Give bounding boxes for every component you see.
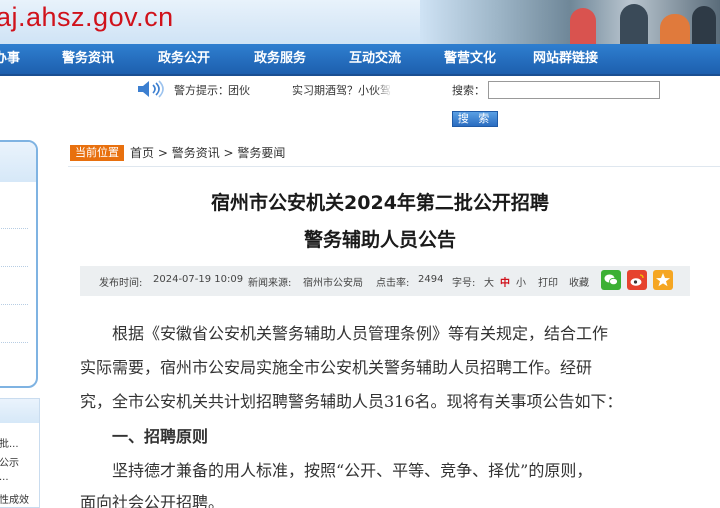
article-paragraph: 坚持德才兼备的用人标准，按照“公开、平等、竞争、择优”的原则，: [80, 461, 593, 480]
article-paragraph: 实际需要，宿州市公安局实施全市公安机关警务辅助人员招聘工作。经研: [80, 358, 593, 377]
news-source-label: 新闻来源:: [248, 278, 292, 289]
publish-time-label: 发布时间:: [99, 278, 143, 289]
publish-time: 2024-07-19 10:09: [153, 274, 244, 285]
font-size-label: 字号:: [452, 278, 476, 289]
sidebar-divider: [0, 304, 28, 305]
breadcrumb-police-news-link[interactable]: 警务资讯: [172, 146, 220, 160]
ticker-fade: [376, 80, 392, 98]
article-title-line-1: 宿州市公安机关2024年第二批公开招聘: [211, 192, 549, 214]
breadcrumb-police-headlines-link[interactable]: 警务要闻: [237, 146, 285, 160]
weibo-share-icon[interactable]: [627, 270, 647, 290]
nav-item-site-links[interactable]: 网站群链接: [533, 44, 598, 74]
sidebar-divider: [0, 342, 28, 343]
nav-item-banshi[interactable]: 办事: [0, 44, 20, 74]
breadcrumb-separator: >: [219, 146, 238, 160]
star-favorite-icon[interactable]: [653, 270, 673, 290]
site-url: aj.ahsz.gov.cn: [0, 2, 174, 32]
article-meta-bar: 发布时间: 2024-07-19 10:09 新闻来源: 宿州市公安局 点击率:…: [80, 266, 690, 296]
sidebar-divider: [0, 266, 28, 267]
banner-photo: [420, 0, 720, 44]
article-paragraph: 根据《安徽省公安机关警务辅助人员管理条例》等有关规定，结合工作: [80, 324, 609, 343]
wechat-share-icon[interactable]: [601, 270, 621, 290]
sidebar-list-item[interactable]: 公示: [0, 454, 19, 469]
font-size-large-button[interactable]: 大: [484, 274, 494, 289]
article-paragraph: 究，全市公安机关共计划招聘警务辅助人员316名。现将有关事项公告如下：: [80, 392, 623, 411]
section-heading: 一、招聘原则: [80, 427, 209, 446]
favorite-button[interactable]: 收藏: [569, 274, 589, 289]
police-tip-label: 警方提示：: [174, 84, 229, 97]
font-size-medium-button[interactable]: 中: [500, 274, 510, 289]
breadcrumb-home-link[interactable]: 首页: [130, 146, 154, 160]
nav-item-interaction[interactable]: 互动交流: [349, 44, 401, 74]
sidebar-list-header: [0, 399, 39, 423]
click-rate: 2494: [418, 274, 444, 285]
print-button[interactable]: 打印: [538, 274, 558, 289]
sidebar-menu-box: [0, 140, 38, 388]
nav-item-police-news[interactable]: 警务资讯: [62, 44, 114, 74]
news-source: 宿州市公安局: [303, 278, 363, 289]
nav-item-gov-affairs[interactable]: 政务公开: [158, 44, 210, 74]
breadcrumb-divider: [68, 166, 720, 167]
click-rate-label: 点击率:: [376, 278, 410, 289]
sidebar-list-box: 批... 公示 ... 性成效: [0, 398, 40, 508]
current-location-badge: 当前位置: [70, 145, 124, 161]
sidebar-header: [0, 142, 36, 182]
nav-item-gov-services[interactable]: 政务服务: [254, 44, 306, 74]
font-size-small-button[interactable]: 小: [516, 274, 526, 289]
search-input[interactable]: [488, 81, 660, 99]
search-label: 搜索：: [452, 84, 485, 97]
article-title-line-2: 警务辅助人员公告: [303, 229, 456, 251]
sidebar-list-item[interactable]: 批...: [0, 435, 19, 450]
breadcrumb: 首页 > 警务资讯 > 警务要闻: [130, 145, 285, 161]
sidebar-divider: [0, 228, 28, 229]
header-banner: aj.ahsz.gov.cn: [0, 0, 720, 44]
main-nav: 办事 警务资讯 政务公开 政务服务 互动交流 警营文化 网站群链接: [0, 44, 720, 76]
sidebar-list-item[interactable]: 性成效: [0, 491, 29, 506]
breadcrumb-separator: >: [154, 146, 172, 160]
article-paragraph: 面向社会公开招聘。: [80, 493, 225, 508]
police-tip-text[interactable]: 团伙: [228, 82, 250, 98]
search-button[interactable]: 搜 索: [452, 111, 498, 127]
speaker-icon: [138, 80, 164, 98]
nav-item-police-culture[interactable]: 警营文化: [444, 44, 496, 74]
sidebar-list-item[interactable]: ...: [0, 472, 9, 483]
